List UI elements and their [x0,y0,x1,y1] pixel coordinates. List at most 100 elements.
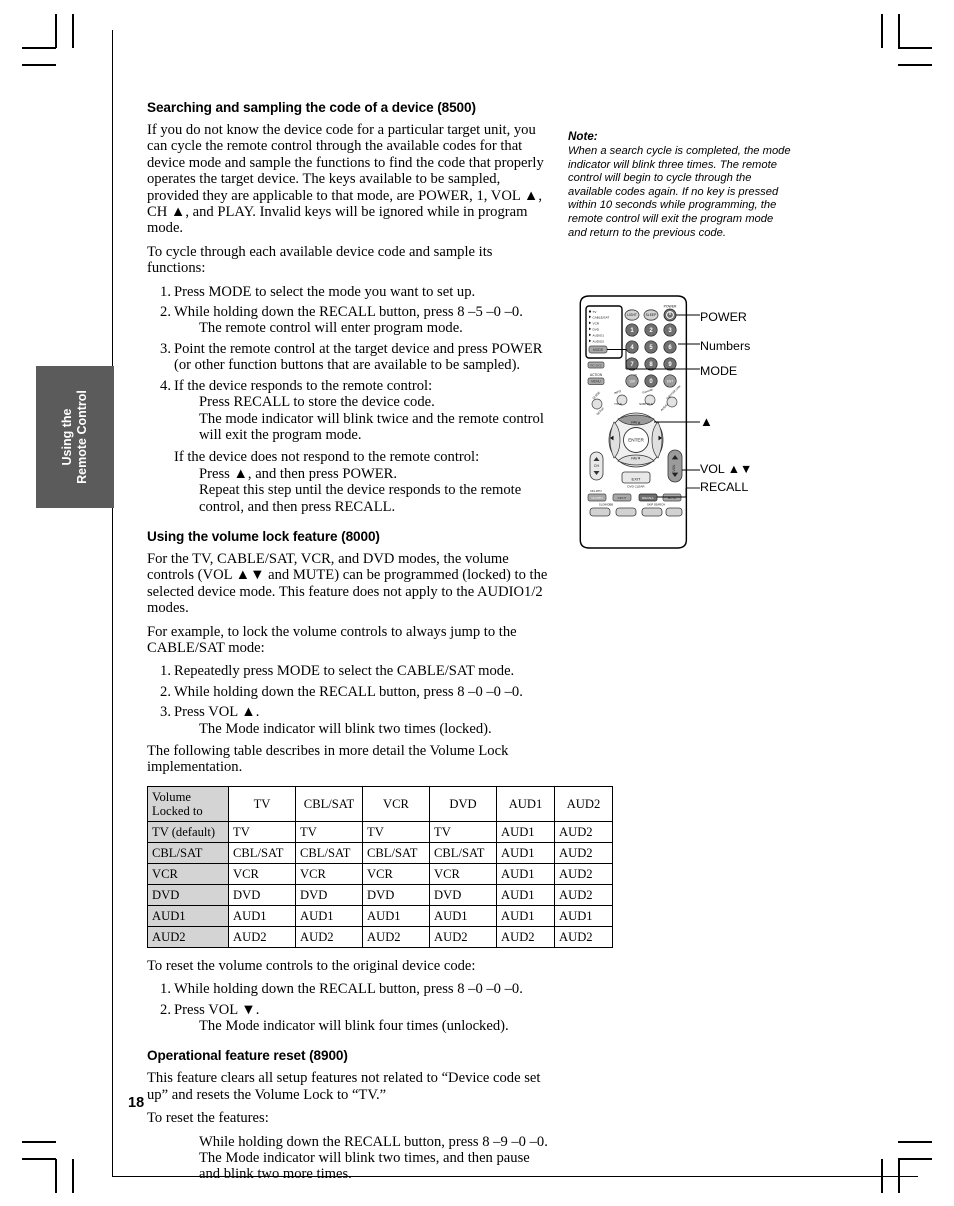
step-subtext: The Mode indicator will blink four times… [199,1018,509,1035]
table-column-header: VCR [362,785,430,822]
note-callout: Note: When a search cycle is completed, … [568,130,793,240]
callout-vol: VOL ▲▼ [700,462,753,476]
crop-mark-tr-h2 [898,64,932,66]
paragraph-reset-volume-intro: To reset the volume controls to the orig… [147,957,476,974]
hanging-block-reset-features: While holding down the RECALL button, pr… [147,1134,551,1183]
svg-text:SKIP SEARCH: SKIP SEARCH [647,503,665,507]
step-item: While holding down the RECALL button, pr… [147,304,551,337]
callout-mode: MODE [700,364,738,378]
table-row: AUD1 AUD1 AUD1 AUD1 AUD1 AUD1 AUD1 [147,904,613,927]
table-cell: CBL/SAT [295,841,363,864]
table-cell: AUD1 [496,820,555,843]
table-cell: CBL/SAT [429,841,497,864]
hanging-subtext: Press ▲, and then press POWER. [199,465,398,482]
step-text: Repeatedly press MODE to select the CABL… [174,663,515,680]
step-text: Press VOL ▲. [174,704,260,721]
table-cell: AUD2 [554,820,613,843]
table-cell: DVD [429,883,497,906]
table-cell: TV [362,820,430,843]
svg-text:SUBTITLE: SUBTITLE [639,402,653,406]
table-cell: AUD2 [228,925,296,948]
svg-text:SLEEP: SLEEP [646,313,657,317]
table-cell: AUD1 [496,883,555,906]
svg-text:LIGHT: LIGHT [627,313,637,317]
crop-mark-tr-v1 [881,14,883,48]
crop-mark-bl-h2 [22,1141,56,1143]
hanging-block-no-response: If the device does not respond to the re… [147,449,551,515]
svg-text:CABLE/SAT: CABLE/SAT [593,315,610,319]
paragraph-table-intro: The following table describes in more de… [147,743,509,776]
paragraph-volume-lock-example: For example, to lock the volume controls… [147,623,517,656]
table-cell: AUD1 [228,904,296,927]
table-cell: AUD1 [554,904,613,927]
step-item: Press MODE to select the mode you want t… [147,284,551,301]
crop-mark-bl-v1 [55,1159,57,1193]
svg-text:DVD CLEAR: DVD CLEAR [627,485,645,489]
table-row-header: DVD [147,883,229,906]
hanging-text: If the device does not respond to the re… [174,449,480,466]
svg-text:EXIT: EXIT [632,477,641,482]
table-cell: VCR [429,862,497,885]
paragraph-operational-reset-desc: This feature clears all setup features n… [147,1070,541,1103]
table-cell: AUD2 [496,925,555,948]
svg-text:POWER: POWER [664,305,677,309]
step-item: Press VOL ▲. The Mode indicator will bli… [147,704,551,737]
table-cell: AUD2 [429,925,497,948]
note-title: Note: [568,130,598,143]
table-cell: AUD2 [295,925,363,948]
step-item: Repeatedly press MODE to select the CABL… [147,663,551,680]
table-column-header: AUD1 [496,785,555,822]
crop-mark-br-h1 [898,1158,932,1160]
table-cell: AUD1 [496,862,555,885]
svg-text:AUDIO2: AUDIO2 [593,339,605,343]
table-corner-header: Volume Locked to [147,785,229,822]
step-item: Point the remote control at the target d… [147,341,551,374]
crop-mark-tr-h1 [898,47,932,49]
svg-text:CH: CH [594,464,600,468]
table-cell: AUD2 [554,862,613,885]
paragraph-cycle-intro: To cycle through each available device c… [147,243,493,277]
svg-text:VOL: VOL [672,464,676,471]
table-cell: DVD [228,883,296,906]
callout-up-arrow: ▲ [700,414,713,429]
table-cell: CBL/SAT [228,841,296,864]
step-text: While holding down the RECALL button, pr… [174,981,523,998]
remote-callout-labels: POWER Numbers MODE ▲ VOL ▲▼ RECALL [700,292,820,550]
table-corner-line2: Locked to [152,804,203,819]
step-item: If the device responds to the remote con… [147,378,551,444]
table-header-row: Volume Locked to TV CBL/SAT VCR DVD AUD1… [147,785,613,822]
hanging-subtext: The Mode indicator will blink two times,… [199,1150,530,1183]
note-body: When a search cycle is completed, the mo… [568,145,791,239]
svg-text:100: 100 [629,380,635,384]
table-cell: AUD1 [429,904,497,927]
svg-text:MENU: MENU [591,380,601,384]
svg-text:ACTION: ACTION [590,373,603,377]
svg-text:INPUT: INPUT [618,496,627,500]
table-cell: VCR [295,862,363,885]
table-cell: DVD [362,883,430,906]
svg-text:ENT: ENT [667,379,673,383]
table-row-header: AUD1 [147,904,229,927]
table-column-header: CBL/SAT [295,785,363,822]
table-cell: CBL/SAT [362,841,430,864]
table-cell: TV [429,820,497,843]
step-subtext: The remote control will enter program mo… [199,320,463,337]
table-column-header: AUD2 [554,785,613,822]
step-item: While holding down the RECALL button, pr… [147,981,551,998]
steps-list-reset-volume: While holding down the RECALL button, pr… [147,981,551,1034]
table-row-header: AUD2 [147,925,229,948]
paragraph-searching-intro: If you do not know the device code for a… [147,122,544,237]
step-item: While holding down the RECALL button, pr… [147,684,551,701]
table-cell: AUD1 [496,841,555,864]
step-text: Point the remote control at the target d… [174,340,543,374]
svg-text:MODE: MODE [593,348,604,352]
svg-text:CH RTN: CH RTN [591,496,602,500]
svg-text:DIG RTN: DIG RTN [591,489,602,493]
table-cell: AUD2 [554,925,613,948]
crop-mark-bl-v2 [72,1159,74,1193]
table-cell: AUD2 [362,925,430,948]
svg-text:FAV▼: FAV▼ [631,457,641,461]
table-row: VCR VCR VCR VCR VCR AUD1 AUD2 [147,862,613,885]
crop-mark-bl-h1 [22,1158,56,1160]
section-heading-operational-reset: Operational feature reset (8900) [147,1048,348,1064]
